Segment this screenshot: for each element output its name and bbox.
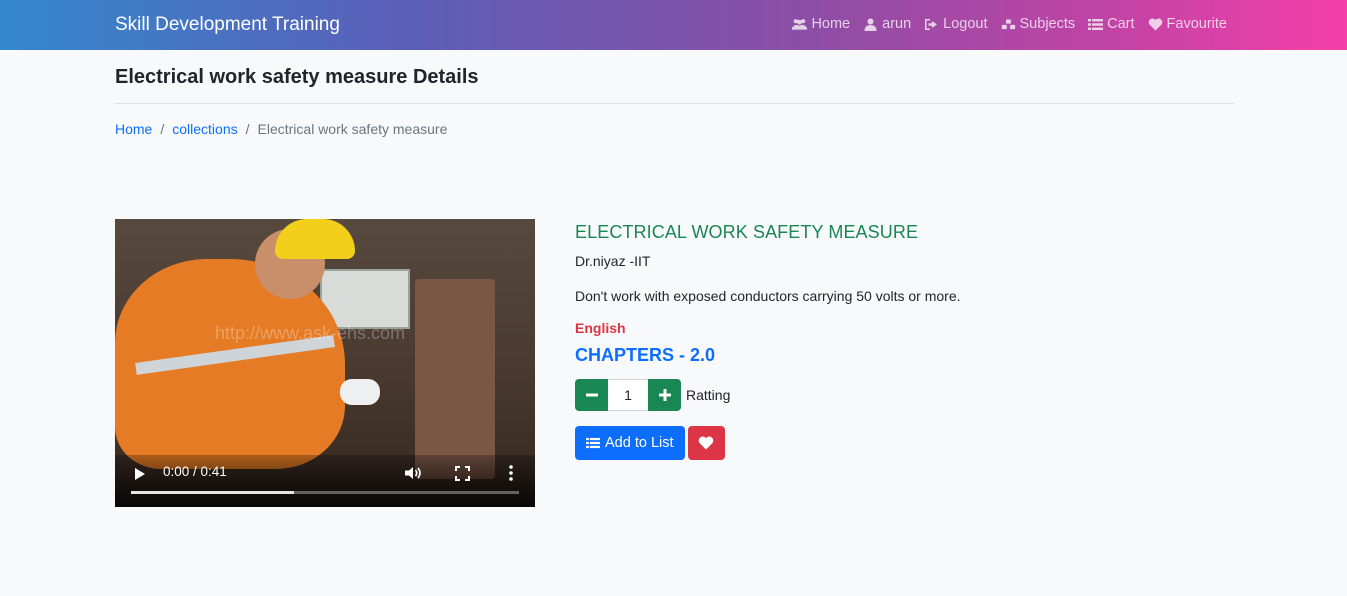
course-description: Don't work with exposed conductors carry… xyxy=(575,288,961,304)
breadcrumb-separator: / xyxy=(160,121,165,137)
users-icon xyxy=(792,18,808,30)
breadcrumb-current: Electrical work safety measure xyxy=(257,121,448,137)
course-actions: Add to List xyxy=(575,426,725,460)
course-author: Dr.niyaz -IIT xyxy=(575,253,651,269)
nav-logout[interactable]: Logout xyxy=(924,16,988,32)
navbar-brand[interactable]: Skill Development Training xyxy=(115,14,340,36)
course-info: ELECTRICAL WORK SAFETY MEASURE Dr.niyaz … xyxy=(575,222,961,460)
increment-button[interactable] xyxy=(648,379,681,411)
list-icon xyxy=(586,437,600,449)
video-worker-glove xyxy=(340,379,380,405)
more-options-icon[interactable] xyxy=(508,464,514,482)
nav-subjects-label: Subjects xyxy=(1019,16,1076,32)
page-title: Electrical work safety measure Details xyxy=(115,66,479,88)
cubes-icon xyxy=(1001,19,1015,29)
video-worker-helmet xyxy=(275,219,355,259)
nav-home-label: Home xyxy=(811,16,851,32)
nav-cart[interactable]: Cart xyxy=(1088,16,1135,32)
course-chapters: CHAPTERS - 2.0 xyxy=(575,345,716,365)
favourite-button[interactable] xyxy=(687,426,725,460)
quantity-input[interactable]: 1 xyxy=(608,379,648,411)
sign-out-icon xyxy=(925,18,938,30)
decrement-button[interactable] xyxy=(575,379,608,411)
heart-icon xyxy=(1148,18,1162,31)
video-player[interactable]: http://www.ask-ehs.com 0:00 / 0:41 xyxy=(115,219,535,507)
divider xyxy=(115,103,1234,104)
video-wall-panel xyxy=(415,279,495,479)
minus-icon xyxy=(585,393,598,397)
video-progress-buffered xyxy=(131,491,294,494)
breadcrumb-separator: / xyxy=(245,121,250,137)
course-language: English xyxy=(575,320,626,336)
volume-icon[interactable] xyxy=(405,466,423,480)
nav-home[interactable]: Home xyxy=(792,16,850,32)
add-to-list-label: Add to List xyxy=(605,435,674,451)
course-title: ELECTRICAL WORK SAFETY MEASURE xyxy=(575,222,919,242)
rating-stepper: 1 Ratting xyxy=(575,379,730,411)
nav-subjects[interactable]: Subjects xyxy=(1001,16,1076,32)
nav-user[interactable]: arun xyxy=(863,16,911,32)
list-icon xyxy=(1088,18,1104,30)
breadcrumb: Home / collections / Electrical work saf… xyxy=(115,121,447,137)
video-progress-bar[interactable] xyxy=(131,491,519,494)
add-to-list-button[interactable]: Add to List xyxy=(575,426,685,460)
video-time: 0:00 / 0:41 xyxy=(163,464,227,479)
navbar: Skill Development Training Home arun Log… xyxy=(0,0,1347,50)
nav-favourite[interactable]: Favourite xyxy=(1148,16,1227,32)
nav-logout-label: Logout xyxy=(943,16,988,32)
play-icon[interactable] xyxy=(135,468,145,480)
breadcrumb-home[interactable]: Home xyxy=(115,121,152,137)
fullscreen-icon[interactable] xyxy=(455,466,470,481)
plus-icon xyxy=(658,389,671,401)
breadcrumb-collections[interactable]: collections xyxy=(172,121,237,137)
nav-links: Home arun Logout Subjects Cart Favourite xyxy=(792,16,1227,32)
nav-cart-label: Cart xyxy=(1107,16,1135,32)
heart-icon xyxy=(698,436,714,450)
video-watermark: http://www.ask-ehs.com xyxy=(215,323,406,343)
user-icon xyxy=(864,18,877,31)
nav-favourite-label: Favourite xyxy=(1166,16,1227,32)
rating-label: Ratting xyxy=(686,387,731,403)
nav-user-label: arun xyxy=(882,16,912,32)
video-controls: 0:00 / 0:41 xyxy=(115,455,535,507)
